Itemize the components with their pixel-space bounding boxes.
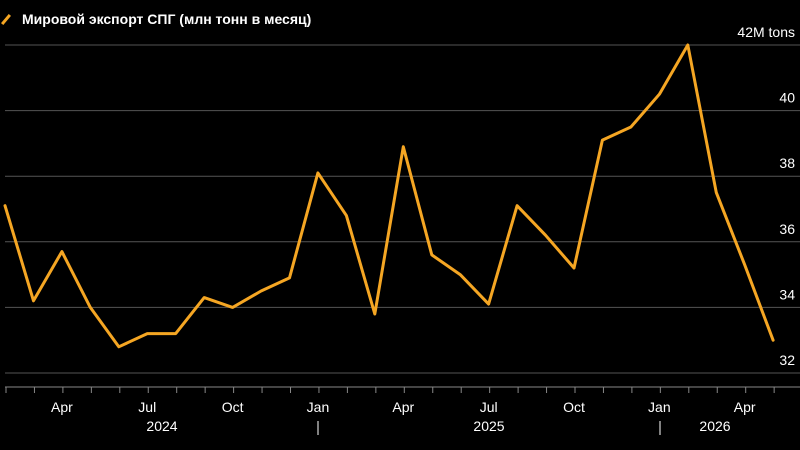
x-year-label: 2024 [146,418,177,434]
y-tick-label: 38 [779,155,795,171]
x-tick-label: Apr [392,399,414,415]
gridlines [5,44,800,374]
y-tick-label: 36 [779,221,795,237]
x-tick-label: Jan [307,399,330,415]
x-tick-label: Jul [138,399,156,415]
x-year-label: 2026 [699,418,730,434]
y-axis-ticks: 32 34 36 38 40 42M tons [737,24,795,368]
x-tick-label: Jul [480,399,498,415]
x-tick-label: Oct [222,399,244,415]
x-tick-label: Jan [648,399,671,415]
y-tick-label: 42M tons [737,24,795,40]
y-tick-label: 40 [779,90,795,106]
y-tick-label: 32 [779,352,795,368]
x-tick-label: Apr [51,399,73,415]
series-line [3,43,775,349]
x-tick-label: Oct [563,399,585,415]
y-tick-label: 34 [779,286,795,302]
x-year-label: 2025 [473,418,504,434]
x-tick-label: Apr [734,399,756,415]
line-chart: 32 34 36 38 40 42M tons Apr Jul Oct Jan Apr Jul Oct… [3,24,800,435]
x-axis: Apr Jul Oct Jan Apr Jul Oct Jan Apr 2024 2025 2026 [5,386,800,435]
